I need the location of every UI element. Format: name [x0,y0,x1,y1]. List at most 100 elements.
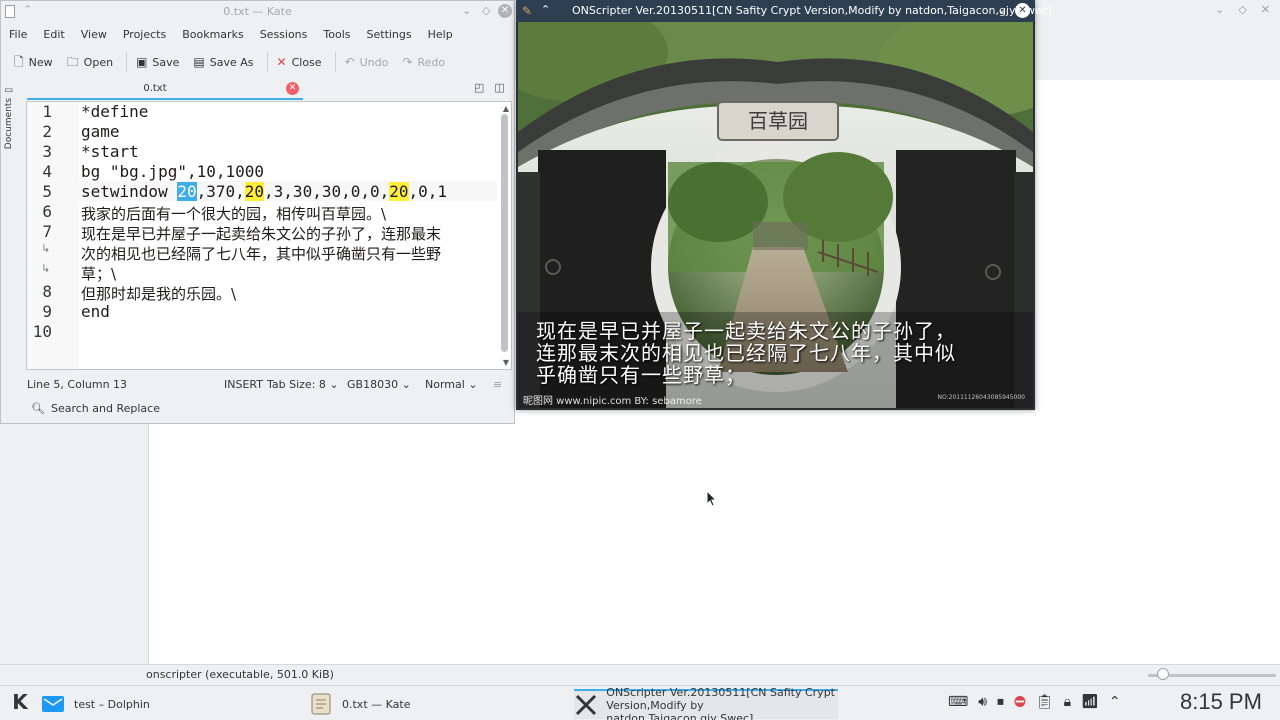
menu-projects[interactable]: Projects [115,25,174,45]
documents-side-tab[interactable]: Documents ▭ [4,85,14,149]
word-wrap-icon: ↳ [41,262,51,275]
close-window-button[interactable]: ✕ [498,4,512,18]
pin-icon[interactable]: ⌃ [541,3,550,16]
line-number: 10 [32,322,52,341]
cursor-position[interactable]: Line 5, Column 13 [27,378,127,391]
application-launcher-icon[interactable]: K [8,690,32,714]
menu-tools[interactable]: Tools [315,25,358,45]
clipboard-icon[interactable]: 📋︎ [1036,694,1054,710]
code-line: end [81,302,110,321]
vertical-scrollbar[interactable] [501,114,508,352]
open-button[interactable]: 🗀 Open [62,53,118,72]
maximize-icon[interactable]: ◇ [482,4,490,17]
zoom-slider-handle[interactable] [1157,668,1169,680]
menu-file[interactable]: File [1,25,35,45]
kate-icon [308,691,334,717]
menu-edit[interactable]: Edit [35,25,72,45]
kate-titlebar: ⌃ 0.txt — Kate ⌄ ◇ ✕ [1,1,514,23]
quick-open-icon[interactable]: ◰ [474,81,484,94]
menu-lines-icon[interactable]: ≡ [493,378,502,391]
close-tab-icon[interactable]: ✕ [286,82,299,95]
close-icon[interactable]: ✕ [1261,3,1270,16]
close-window-button[interactable]: ✕ [1015,3,1030,18]
close-icon: ✕ [276,55,287,69]
undo-button[interactable]: ↶ Undo [340,53,394,72]
vault-icon[interactable]: 🔒︎ [1064,694,1071,710]
maximize-icon[interactable]: ◇ [1238,3,1246,16]
code-line: bg "bg.jpg",10,1000 [81,162,265,181]
scroll-down-icon[interactable]: ▼ [503,358,509,367]
menu-bookmarks[interactable]: Bookmarks [174,25,251,45]
new-document-icon: 🗋 [14,55,24,69]
insert-mode-indicator[interactable]: INSERT [224,378,263,391]
save-as-icon: ▤ [193,55,205,69]
line-number-gutter: 1 2 3 4 5 6 7 ↳ ↳ 8 9 10 [27,102,79,369]
code-line: 但那时却是我的乐园。\ [81,285,237,303]
close-button[interactable]: ✕ Close [272,53,327,72]
code-line-wrapped: 次的相见也已经隔了七八年，其中似乎确凿只有一些野 [81,245,442,263]
chevron-down-icon[interactable]: ⌄ [1215,3,1224,16]
encoding-dropdown[interactable]: GB18030 ⌄ [347,378,411,391]
line-number: 9 [42,302,52,321]
task-dolphin[interactable]: test – Dolphin [40,689,300,719]
onscripter-titlebar: ✎ ⌃ ONScripter Ver.20130511[CN Safity Cr… [516,0,1052,22]
task-onscripter[interactable]: ONScripter Ver.20130511[CN Safity Crypt … [574,686,838,720]
code-line: *start [81,142,139,161]
toolbar-separator [334,52,336,72]
code-line-wrapped: 草；\ [81,265,117,283]
window-title: ONScripter Ver.20130511[CN Safity Crypt … [572,4,1053,17]
editor-statusbar: Line 5, Column 13 INSERT Tab Size: 8 ⌄ G… [1,375,514,395]
line-number: 8 [42,282,52,301]
wifi-icon[interactable]: 📶︎ [1081,694,1099,710]
media-stop-icon[interactable]: ⏹ [997,694,1004,710]
volume-icon[interactable]: 🔊︎ [978,694,987,710]
image-watermark-id: NO:20111126043085945000 [937,394,1025,401]
system-tray: ⌨ 🔊︎ ⏹ ⛔︎ 📋︎ 🔒︎ 📶︎ ⌃ [948,694,1121,710]
tab-label: 0.txt [143,83,167,94]
dialogue-text: 现在是早已并屋子一起卖给朱文公的子孙了， 连那最末次的相见也已经隔了七八年，其中… [536,319,956,387]
tab-0-txt[interactable]: 0.txt ✕ [27,79,303,100]
tab-size-dropdown[interactable]: Tab Size: 8 ⌄ [267,378,339,391]
task-kate[interactable]: 0.txt — Kate [308,689,568,719]
toolbar: 🗋 New 🗀 Open ▣ Save ▤ Save As ✕ Close ↶ … [1,49,514,75]
status-text: onscripter (executable, 501.0 KiB) [146,668,334,681]
minimize-icon[interactable]: ⌄ [462,4,471,17]
keyboard-icon[interactable]: ⌨ [948,694,968,710]
menu-sessions[interactable]: Sessions [252,25,316,45]
line-number: 2 [42,122,52,141]
selected-text: 20 [177,182,197,201]
line-number: 7 [42,222,52,241]
side-panel: Documents ▭ [1,79,23,369]
menu-view[interactable]: View [73,25,115,45]
undo-icon: ↶ [344,55,355,69]
code-line: *define [81,102,149,121]
save-button[interactable]: ▣ Save [131,53,184,72]
search-icon: 🔍︎ [31,402,45,415]
gate-sign-text: 百草园 [748,109,808,133]
chevron-down-icon: ⌄ [468,378,478,391]
game-scene[interactable]: 百草园 现在是早已并屋子一起卖给朱文公的子孙了， 连那最末次的相见也已经隔了七八… [518,22,1033,408]
chevron-down-icon[interactable]: ⌄ [997,3,1006,16]
onscripter-app-icon: ✎ [522,4,533,18]
dolphin-statusbar: onscripter (executable, 501.0 KiB) [0,664,1280,684]
save-as-button[interactable]: ▤ Save As [188,53,258,72]
input-mode-dropdown[interactable]: Normal ⌄ [425,378,478,391]
code-line: setwindow 20,370,20,3,30,30,0,0,20,0,1 [81,182,448,201]
redo-button[interactable]: ↷ Redo [397,53,450,72]
do-not-disturb-icon[interactable]: ⛔︎ [1014,694,1026,710]
split-view-icon[interactable]: ◫ [494,81,504,94]
word-wrap-icon: ↳ [41,242,51,255]
menu-help[interactable]: Help [420,25,461,45]
text-editor[interactable]: 1 2 3 4 5 6 7 ↳ ↳ 8 9 10 *define game *s… [26,101,512,370]
line-number: 1 [42,102,52,121]
new-button[interactable]: 🗋 New [9,53,58,72]
image-watermark: 昵图网 www.nipic.com BY: sebamore [523,396,702,407]
menu-settings[interactable]: Settings [359,25,420,45]
search-and-replace-button[interactable]: 🔍︎ Search and Replace [31,402,160,415]
line-number: 5 [42,182,52,201]
chevron-up-icon[interactable]: ⌃ [1109,694,1121,710]
clock[interactable]: 8:15 PM [1180,689,1262,715]
scroll-up-icon[interactable]: ▲ [503,104,509,113]
menubar: File Edit View Projects Bookmarks Sessio… [1,25,514,45]
redo-icon: ↷ [402,55,413,69]
